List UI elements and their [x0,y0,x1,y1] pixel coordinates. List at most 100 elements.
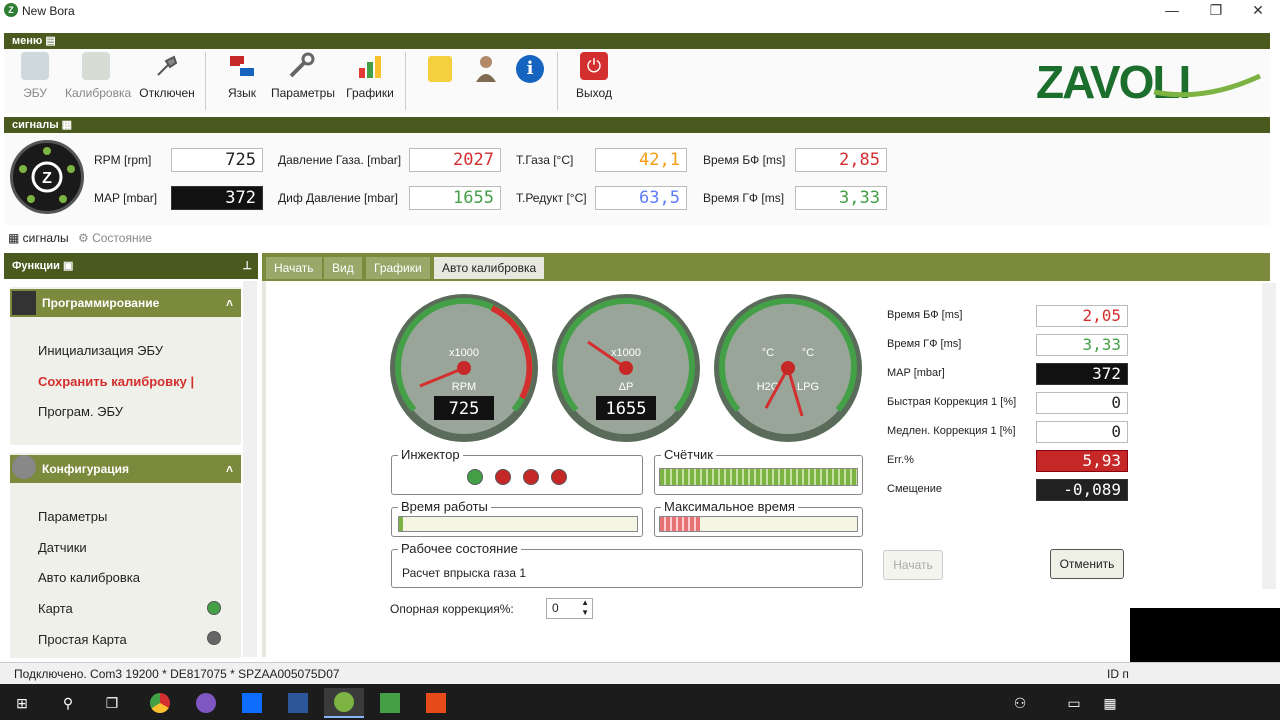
functions-header: Функции ▣ ⊥ [4,253,258,279]
configuration-group [10,453,241,658]
injector-1-led [467,469,483,485]
windows-start-icon[interactable]: ⊞ [2,688,42,718]
gf-time-value: 3,33 [795,186,887,210]
sensors-item[interactable]: Датчики [38,540,87,555]
gas-temp-label: T.Газа [°C] [516,153,574,167]
minimize-button[interactable]: — [1150,0,1194,22]
disconnected-button[interactable]: Отключен [137,52,197,100]
word-icon[interactable] [278,688,318,718]
language-button[interactable]: Язык [212,52,272,100]
ac-offset-label: Смещение [887,483,943,495]
search-icon[interactable]: ⚲ [48,688,88,718]
work-state-label: Рабочее состояние [398,541,521,556]
ac-err-label: Err.% [887,454,914,466]
menu-header: меню ▤ [4,33,1270,49]
ref-correction-spinner[interactable]: 0 ▲ ▼ [546,598,593,619]
simple-map-item[interactable]: Простая Карта [38,632,127,647]
charts-label: Графики [346,86,394,100]
map-value: 372 [171,186,263,210]
work-state-text: Расчет впрыска газа 1 [402,566,527,580]
maxtime-progress-bar [659,516,858,532]
tab-auto-calibration[interactable]: Авто калибровка [434,257,545,279]
svg-text:Z: Z [42,170,52,187]
ref-correction-label: Опорная коррекция%: [390,602,514,616]
rpm-unit: x1000 [449,347,479,359]
parameters-label: Параметры [271,86,335,100]
tab-start[interactable]: Начать [266,257,322,279]
rpm-gauge: x1000 RPM 725 [390,294,538,442]
disconnected-label: Отключен [139,86,195,100]
charts-button[interactable]: Графики [340,52,400,100]
dp-gauge: x1000 ΔP 1655 [552,294,700,442]
init-ecu-item[interactable]: Инициализация ЭБУ [38,343,163,358]
ac-offset-value: -0,089 [1036,479,1128,501]
calibration-button[interactable]: Калибровка [65,52,131,100]
ac-map-label: MAP [mbar] [887,367,945,379]
chrome-icon[interactable] [140,688,180,718]
task-view-icon[interactable]: ❐ [92,688,132,718]
battery-icon[interactable]: ▭ [1054,688,1094,718]
info-icon[interactable]: i [516,55,544,83]
save-calibration-item[interactable]: Сохранить калибровку | [38,374,194,389]
work-state-group: Рабочее состояние Расчет впрыска газа 1 [391,541,863,588]
viber-icon[interactable] [186,688,226,718]
user-icon[interactable] [474,54,498,82]
tab-charts[interactable]: Графики [366,257,430,279]
exit-label: Выход [576,86,612,100]
maximize-button[interactable]: ❐ [1194,0,1238,22]
window-title: New Bora [22,4,75,18]
language-icon [228,52,256,80]
parameters-item[interactable]: Параметры [38,509,107,524]
exit-button[interactable]: ⏻ Выход [564,52,624,100]
pin-icon[interactable]: ⊥ [242,253,258,279]
map-item[interactable]: Карта [38,601,73,616]
gauges-panel: x1000 RPM 725 x1000 ΔP 1655 °C °C H2O LP… [390,294,862,442]
temp-unit-left: °C [762,347,774,359]
status-text: Подключено. Com3 19200 * DE817075 * SPZA… [14,667,340,681]
configuration-header[interactable]: Конфигурация ˄ [10,455,241,483]
spinner-arrows-icon[interactable]: ▲ ▼ [581,598,589,618]
functions-scrollbar[interactable] [243,281,257,657]
ac-gf-label: Время ГФ [ms] [887,338,962,350]
svg-text:ZAVOLI: ZAVOLI [1036,56,1189,106]
start-button[interactable]: Начать [883,550,943,580]
reducer-temp-label: T.Редукт [°C] [516,191,587,205]
dp-gauge-name: ΔP [619,381,634,393]
green-app-icon[interactable] [370,688,410,718]
dp-unit: x1000 [611,347,641,359]
cancel-button[interactable]: Отменить [1050,549,1124,579]
people-icon[interactable]: ⚇ [1000,688,1040,718]
programming-header[interactable]: Программирование ˄ [10,289,241,317]
ecu-button[interactable]: ЭБУ [5,52,65,100]
disconnected-icon [153,52,181,80]
ac-bf-value: 2,05 [1036,305,1128,327]
red-app-icon[interactable] [416,688,456,718]
parameters-button[interactable]: Параметры [271,52,335,100]
map-status-dot [207,601,221,615]
notes-icon[interactable] [428,56,452,82]
maxtime-label: Максимальное время [661,499,798,514]
zavoli-taskbar-icon[interactable] [324,688,364,718]
temp-right-name: LPG [797,381,819,393]
network-icon[interactable]: ▦ [1090,688,1130,718]
injector-label: Инжектор [398,447,463,462]
worktime-group: Время работы [391,499,643,537]
auto-calibration-item[interactable]: Авто калибровка [38,570,140,585]
ref-correction-value[interactable]: 0 [552,601,559,615]
rpm-gauge-value: 725 [449,399,480,419]
outlook-icon[interactable] [232,688,272,718]
ecu-icon [21,52,49,80]
close-button[interactable]: ✕ [1236,0,1280,22]
taskbar: ⊞ ⚲ ❐ ⚇ ▭ ▦ [0,684,1280,720]
tab-state[interactable]: ⚙ Состояние [78,231,152,245]
functions-header-label: Функции [12,260,60,272]
injector-4-led [551,469,567,485]
charts-icon [356,52,384,80]
simple-map-status-dot [207,631,221,645]
tab-signals[interactable]: ▦ сигналы [8,231,69,245]
status-bar: Подключено. Com3 19200 * DE817075 * SPZA… [0,662,1280,684]
tab-view[interactable]: Вид [324,257,362,279]
main-scrollbar[interactable] [1262,283,1276,589]
program-ecu-item[interactable]: Програм. ЭБУ [38,404,123,419]
worktime-progress-bar [398,516,638,532]
